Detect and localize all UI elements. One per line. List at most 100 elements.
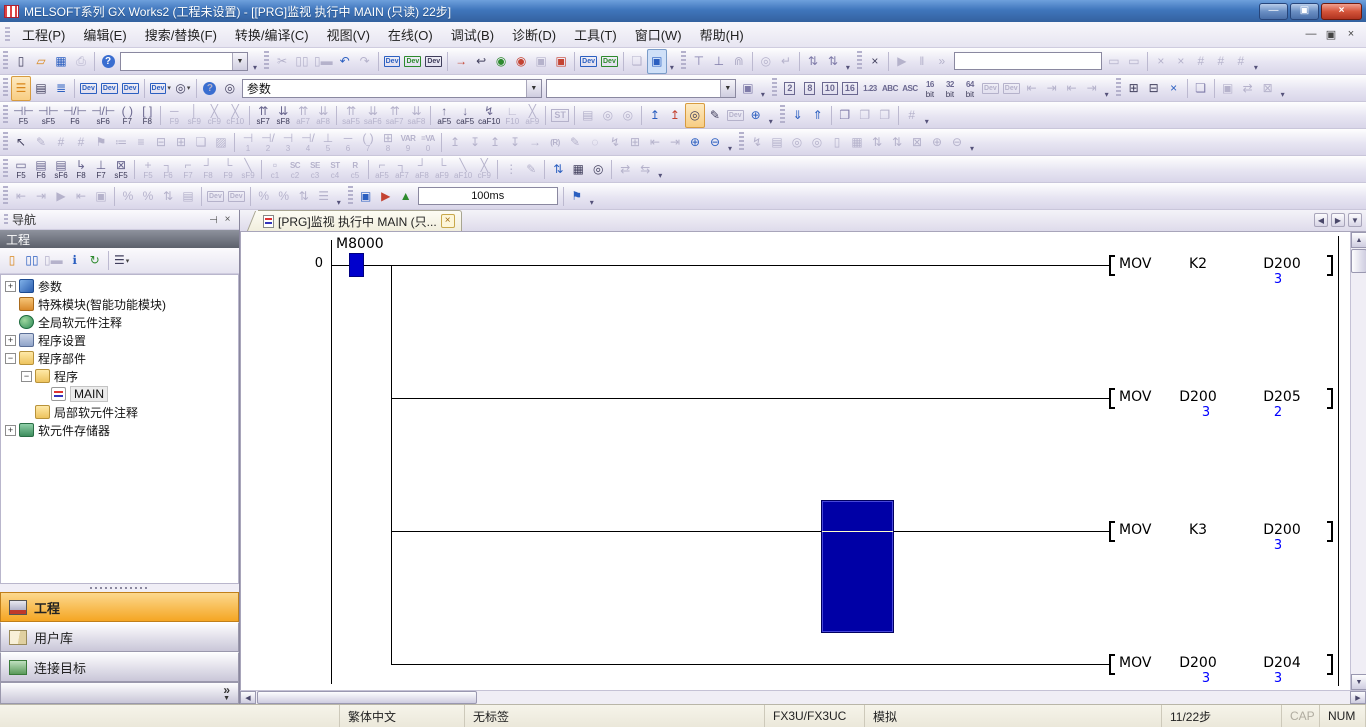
step-range[interactable]: # [1211,49,1231,74]
fb-updown-2[interactable]: ⇅ [887,130,907,155]
comment-display[interactable]: ⇅ [803,49,823,74]
ladder-cursor[interactable] [821,500,894,633]
navigation-window-toggle[interactable]: ☰ [11,76,31,101]
chevron-down-icon[interactable]: ▼ [720,80,735,97]
tree-item-4[interactable]: −程序部件 [1,349,238,367]
invert-pulse-result[interactable]: ↯caF10 [476,103,502,128]
inline-st-box[interactable]: ST [549,103,571,128]
device-previous[interactable]: ⇤ [1022,76,1042,101]
nav-copy[interactable]: ▯▯ [22,248,42,273]
system-monitor[interactable]: ⊠ [1258,76,1278,101]
st-closed-contact[interactable]: ⊣/2 [258,130,278,155]
zoom-in[interactable]: ⊕ [685,130,705,155]
comment-balloon[interactable]: ◌ [585,130,605,155]
scroll-up-icon[interactable]: ▲ [1351,232,1366,248]
menu-item-1[interactable]: 编辑(E) [74,22,135,47]
scaling-4[interactable]: ▤ [178,184,198,209]
skip-range[interactable]: × [1151,49,1171,74]
edge-rise-2[interactable]: ↥ [485,130,505,155]
window-close-all[interactable]: ❐ [875,103,895,128]
window-tile[interactable]: ❏ [191,130,211,155]
window-close[interactable]: ❐ [855,103,875,128]
rising-pulse-closed[interactable]: ⇈saF5 [340,103,362,128]
step-release[interactable]: # [1231,49,1251,74]
menu-item-10[interactable]: 帮助(H) [691,22,753,47]
find-device-toolbar[interactable]: ◎▾ [173,76,193,101]
tree-item-1[interactable]: 特殊模块(智能功能模块) [1,295,238,313]
sfc-dummy-step[interactable]: ▤sF6 [51,157,71,182]
sfc-simultaneous-convergence[interactable]: └F9 [218,157,238,182]
st-coil[interactable]: ⊥5 [318,130,338,155]
cut[interactable]: ✂ [272,49,292,74]
nav-splitter[interactable] [0,584,239,592]
monitor-interval-field[interactable]: 100ms [418,187,558,205]
inline-edit-red[interactable]: ↥ [665,103,685,128]
sfc-step[interactable]: ▭F5 [11,157,31,182]
assignment-edit[interactable]: ≔ [111,130,131,155]
break-clear[interactable]: ▭ [1124,49,1144,74]
menu-item-4[interactable]: 视图(V) [318,22,379,47]
break-start[interactable]: ▶ [892,49,912,74]
device-test-1[interactable]: Dev [980,76,1001,101]
device-use-list[interactable]: Dev [78,76,99,101]
chevron-down-icon[interactable]: ▼ [232,53,247,70]
sfc-rule-sc[interactable]: SCc2 [285,157,305,182]
vertical-scrollbar[interactable]: ▲ ▼ [1350,232,1366,690]
edit-device[interactable]: ✎ [565,130,585,155]
label-2[interactable]: % [274,184,294,209]
sfc-end-step[interactable]: ⊥F7 [91,157,111,182]
edge-rise-1[interactable]: ↥ [445,130,465,155]
falling-pulse-closed[interactable]: ⇊saF6 [362,103,384,128]
display-64bit[interactable]: 64bit [960,76,980,101]
ethernet-diagnostics[interactable]: ▣ [1218,76,1238,101]
toolbar-overflow-icon[interactable]: ▾ [253,63,257,72]
display-16bit[interactable]: 16bit [920,76,940,101]
break-step[interactable]: » [932,49,952,74]
toolbar-overflow-icon[interactable]: ▾ [925,117,929,126]
element-selection-window[interactable]: ▤ [31,76,51,101]
context-help[interactable]: ? [200,76,220,101]
zoom-out[interactable]: ⊖ [705,130,725,155]
nav-new-item[interactable]: ▯ [2,248,22,273]
open-project[interactable]: ▱ [31,49,51,74]
fb-statement[interactable]: ▤ [767,130,787,155]
sfc-simultaneous-divergence[interactable]: ┘F8 [198,157,218,182]
shift-left[interactable]: ⇤ [645,130,665,155]
find-target-combo[interactable]: 参数▼ [242,79,542,98]
sfc-sort[interactable]: ⇅ [548,157,568,182]
list-insert-above[interactable]: ⇑ [808,103,828,128]
tree-expander-icon[interactable]: + [5,335,16,346]
toolbar-overflow-icon[interactable]: ▾ [1254,63,1258,72]
menu-item-8[interactable]: 工具(T) [565,22,626,47]
toolbar-overflow-icon[interactable]: ▾ [761,90,765,99]
closed-contact[interactable]: ⊣/⊢F6 [61,103,89,128]
st-horizontal[interactable]: ─6 [338,130,358,155]
monitor-watch-start[interactable]: ◉ [491,49,511,74]
nav-paste[interactable]: ▯▬ [42,248,65,273]
sfc-arrow-2[interactable]: ┐aF7 [392,157,412,182]
label-4[interactable]: ☰ [314,184,334,209]
device-test-2[interactable]: Dev [1001,76,1022,101]
paste[interactable]: ▯▬ [312,49,335,74]
rung-3-operand-2[interactable]: D204 [1242,655,1322,672]
toolbar-overflow-icon[interactable]: ▾ [670,63,674,72]
tree-item-6[interactable]: MAIN [1,385,238,403]
st-var-assign[interactable]: =VA0 [418,130,438,155]
intelligent-3[interactable]: ▶ [51,184,71,209]
sfc-block-list[interactable]: ▦ [568,157,588,182]
toolbar-overflow-icon[interactable]: ▾ [658,171,662,180]
output-window[interactable]: ≣ [51,76,71,101]
break-set[interactable]: ▭ [1104,49,1124,74]
simulation-start[interactable]: ▶ [376,184,396,209]
label-1[interactable]: % [254,184,274,209]
break-pause[interactable]: ‖ [912,49,932,74]
minimize-button[interactable]: — [1259,3,1288,20]
nav-more-button[interactable]: »▼ [0,682,239,704]
step-execution[interactable]: # [1191,49,1211,74]
edge-fall-2[interactable]: ↧ [505,130,525,155]
rung-0-operand-2[interactable]: D200 [1242,256,1322,273]
rung-2-operand-1[interactable]: K3 [1158,522,1238,539]
menu-item-0[interactable]: 工程(P) [13,22,74,47]
save-project[interactable]: ▦ [51,49,71,74]
ladder-canvas[interactable]: MOVK2D2003MOVD200D20532MOVK3D2003MOVD200… [240,232,1350,690]
